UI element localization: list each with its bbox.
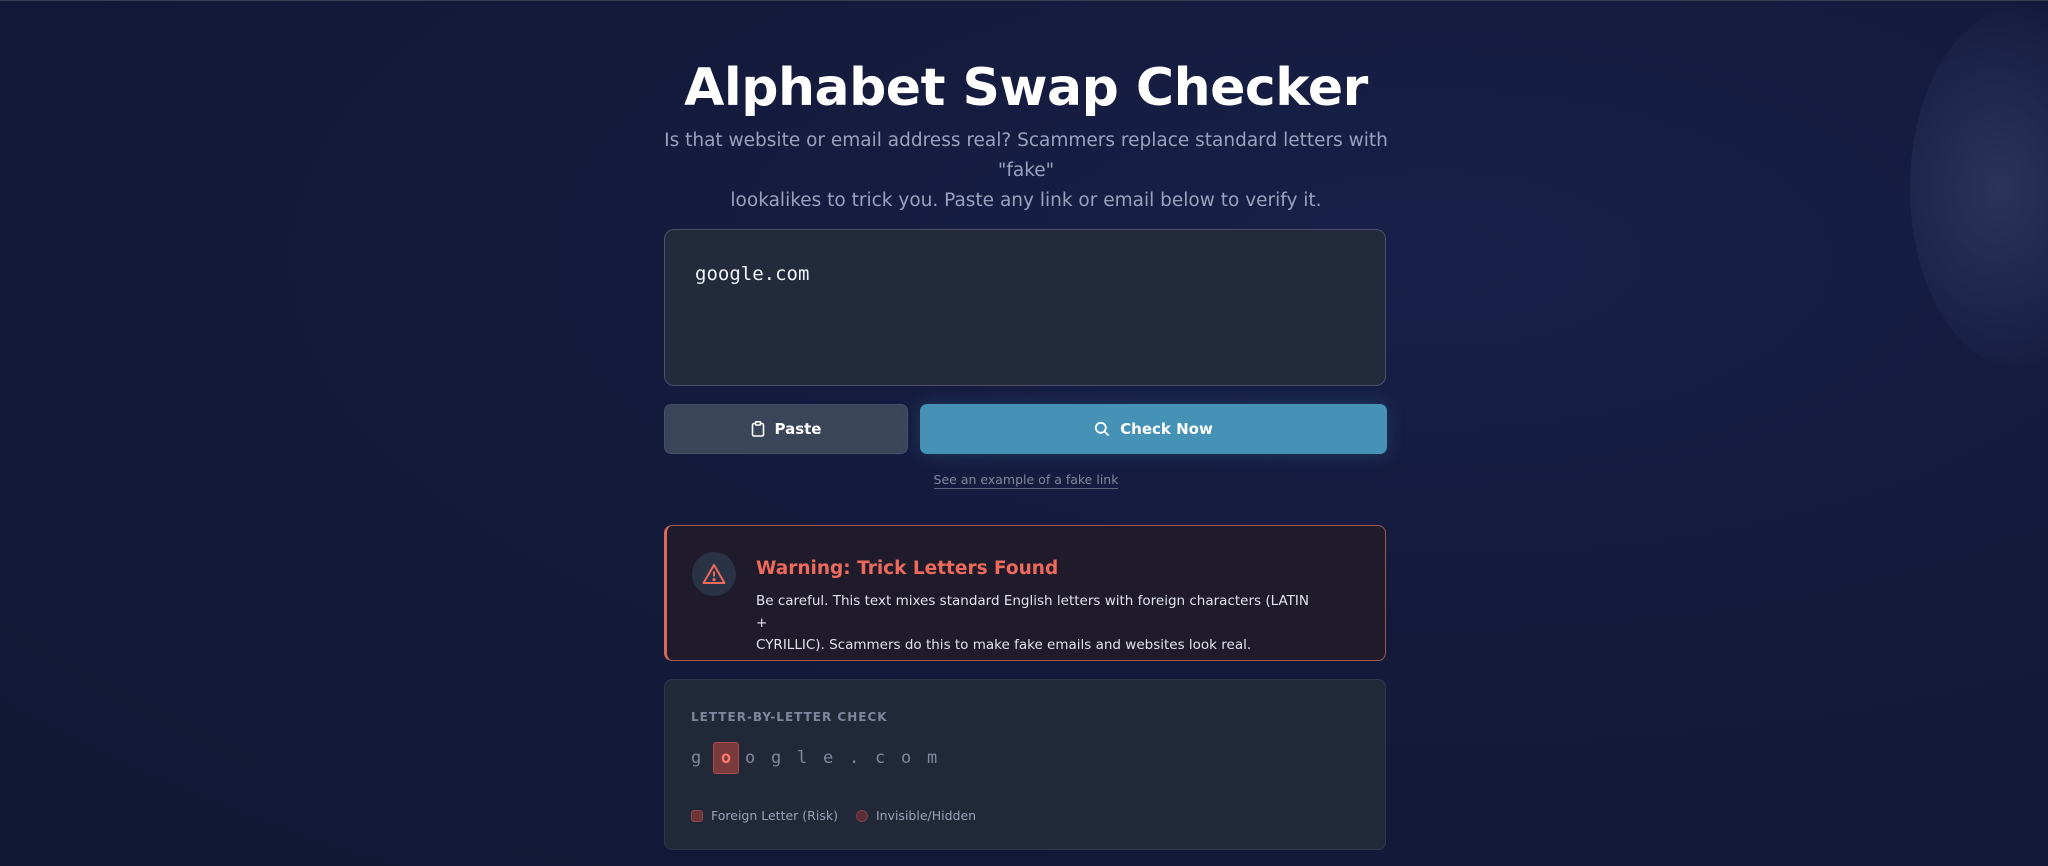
letter-char-risk[interactable]: о	[713, 742, 739, 774]
risk-swatch	[691, 809, 703, 822]
example-fake-link[interactable]: See an example of a fake link	[933, 472, 1119, 489]
letter-check-panel: LETTER-BY-LETTER CHECK g о o g l e . c o…	[664, 679, 1386, 850]
search-icon	[1094, 421, 1110, 437]
link-input[interactable]: google.com	[664, 229, 1386, 386]
warning-triangle-icon	[692, 552, 736, 596]
warning-message-line-2: CYRILLIC). Scammers do this to make fake…	[756, 637, 1252, 653]
letter-char: m	[927, 748, 938, 768]
letter-check-heading: LETTER-BY-LETTER CHECK	[691, 710, 888, 724]
paste-button-label: Paste	[774, 420, 822, 438]
check-now-button[interactable]: Check Now	[920, 404, 1387, 454]
page-subtitle: Is that website or email address real? S…	[664, 126, 1388, 216]
hidden-swatch	[855, 809, 868, 822]
legend-item-risk: Foreign Letter (Risk)	[691, 808, 838, 823]
legend-hidden-label: Invisible/Hidden	[875, 808, 977, 823]
warning-alert: Warning: Trick Letters Found Be careful.…	[664, 525, 1386, 661]
paste-button[interactable]: Paste	[664, 404, 908, 454]
letter-char: l	[797, 748, 808, 768]
warning-message: Be careful. This text mixes standard Eng…	[756, 590, 1316, 656]
subtitle-line-2: lookalikes to trick you. Paste any link …	[730, 190, 1322, 211]
letter-char: e	[823, 748, 834, 768]
subtitle-line-1: Is that website or email address real? S…	[664, 130, 1388, 181]
warning-title: Warning: Trick Letters Found	[756, 558, 1059, 579]
legend: Foreign Letter (Risk) Invisible/Hidden	[691, 808, 994, 823]
clipboard-icon	[751, 421, 765, 437]
legend-item-hidden: Invisible/Hidden	[855, 808, 977, 823]
page-title: Alphabet Swap Checker	[684, 58, 1368, 118]
letter-sequence: g о o g l e . c o m	[691, 742, 953, 774]
letter-char: o	[901, 748, 912, 768]
letter-char: o	[745, 748, 756, 768]
letter-char: .	[849, 748, 860, 768]
window-top-border	[0, 0, 2048, 1]
letter-char: c	[875, 748, 886, 768]
warning-message-line-1: Be careful. This text mixes standard Eng…	[756, 593, 1309, 631]
legend-risk-label: Foreign Letter (Risk)	[711, 808, 838, 823]
check-now-button-label: Check Now	[1120, 420, 1213, 438]
letter-char: g	[771, 748, 782, 768]
example-link-wrapper: See an example of a fake link	[664, 472, 1388, 489]
background-decoration	[1910, 8, 2048, 368]
